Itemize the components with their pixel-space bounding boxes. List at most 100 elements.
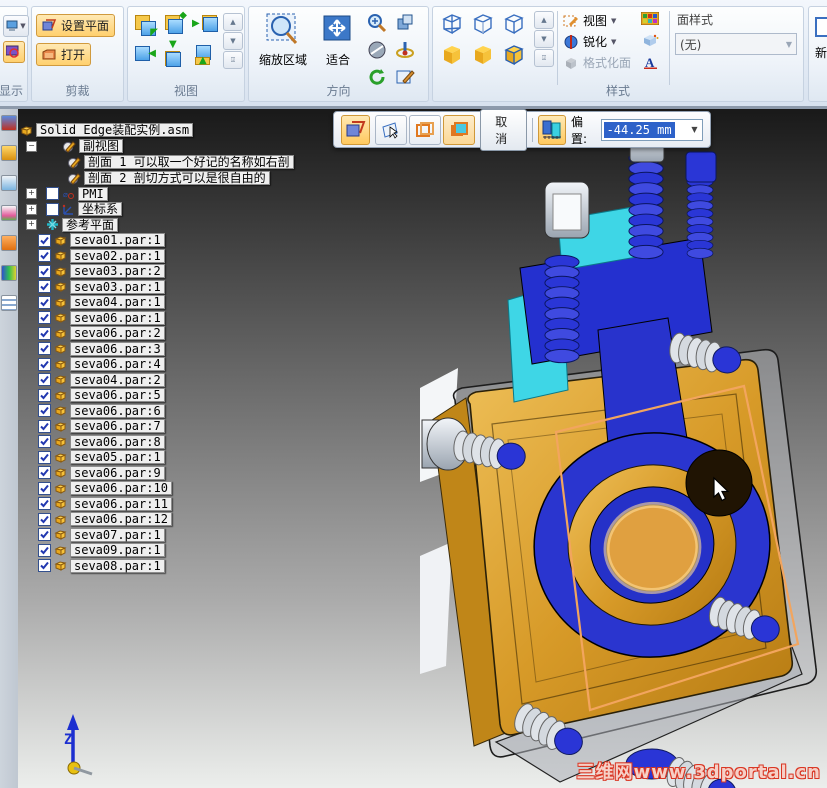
pathfinder-tab-icon[interactable] [1, 115, 17, 131]
part-checkbox-checked[interactable] [38, 497, 51, 511]
style-hidden-edge-button[interactable] [470, 11, 501, 38]
view-align-button[interactable]: ▶ [192, 13, 218, 37]
part-row[interactable]: seva09.par:1 [20, 543, 350, 559]
style-shaded2-button[interactable] [470, 42, 501, 69]
part-checkbox-checked[interactable] [38, 373, 51, 387]
part-row[interactable]: seva06.par:1 [20, 310, 350, 326]
gallery-up-button[interactable]: ▲ [223, 13, 243, 31]
view-align-button[interactable]: ▼ [163, 40, 187, 67]
color-manager-button[interactable] [640, 11, 660, 28]
sharpen-button[interactable]: 锐化 ▼ [563, 33, 631, 50]
collapse-box[interactable]: − [26, 140, 37, 152]
zoom-in-button[interactable] [367, 13, 395, 36]
library-tab-icon[interactable] [1, 145, 17, 161]
part-row[interactable]: seva06.par:8 [20, 434, 350, 450]
gallery-expand-button[interactable]: ⍗ [223, 51, 243, 69]
view-align-button[interactable]: ▲ [193, 43, 217, 67]
part-row[interactable]: seva04.par:2 [20, 372, 350, 388]
sketch-view-button[interactable] [367, 40, 395, 63]
family-tab-icon[interactable] [1, 235, 17, 251]
part-row[interactable]: seva06.par:6 [20, 403, 350, 419]
node-checkbox-unchecked[interactable] [46, 187, 59, 201]
part-checkbox-checked[interactable] [38, 342, 51, 356]
part-checkbox-checked[interactable] [38, 466, 51, 480]
part-painter-button[interactable] [641, 33, 659, 50]
tree-section-group-row[interactable]: − 副视图 [20, 138, 350, 154]
part-checkbox-checked[interactable] [38, 311, 51, 325]
part-row[interactable]: seva06.par:10 [20, 481, 350, 497]
format-face-button[interactable]: 格式化面 [563, 54, 631, 71]
part-checkbox-checked[interactable] [38, 280, 51, 294]
part-checkbox-checked[interactable] [38, 357, 51, 371]
offset-mode-button[interactable] [538, 114, 566, 145]
layers-tab-icon[interactable] [1, 175, 17, 191]
part-checkbox-checked[interactable] [38, 512, 51, 526]
gallery-expand-button[interactable]: ⍗ [534, 49, 554, 67]
chevron-down-icon[interactable]: ▼ [687, 125, 702, 134]
view-align-button[interactable]: ◆ [163, 11, 187, 37]
offset-input[interactable]: -44.25 mm ▼ [600, 118, 703, 141]
part-checkbox-checked[interactable] [38, 264, 51, 278]
tree-section-row[interactable]: 剖面 2 剖切方式可以是很自由的 [20, 170, 350, 186]
part-row[interactable]: seva06.par:11 [20, 496, 350, 512]
display-options-button[interactable]: ▼ [3, 15, 29, 37]
style-visible-edge-button[interactable] [501, 11, 532, 38]
text-style-button[interactable]: A [641, 55, 659, 72]
part-row[interactable]: seva06.par:3 [20, 341, 350, 357]
part-row[interactable]: seva07.par:1 [20, 527, 350, 543]
tree-node-row[interactable]: + ⌀ PMI [20, 186, 350, 202]
node-checkbox-unchecked[interactable] [46, 202, 59, 216]
new-window-button[interactable]: 新建 [815, 15, 827, 61]
tree-section-row[interactable]: 剖面 1 可以取一个好记的名称如右剖 [20, 154, 350, 170]
table-tab-icon[interactable] [1, 295, 17, 311]
sensors-tab-icon[interactable] [1, 205, 17, 221]
clip-open-button[interactable]: 打开 [36, 43, 92, 66]
part-row[interactable]: seva01.par:1 [20, 233, 350, 249]
part-checkbox-checked[interactable] [38, 481, 51, 495]
part-row[interactable]: seva08.par:1 [20, 558, 350, 574]
tree-root-row[interactable]: Solid Edge装配实例.asm [20, 122, 350, 138]
render-tab-icon[interactable] [1, 265, 17, 281]
face-style-combo[interactable]: (无) ▼ [675, 33, 797, 55]
part-checkbox-checked[interactable] [38, 450, 51, 464]
view-align-button[interactable]: ◀ [133, 43, 157, 67]
gallery-up-button[interactable]: ▲ [534, 11, 554, 29]
section-fill-button[interactable] [443, 114, 476, 145]
pan-button[interactable] [395, 13, 423, 36]
gallery-down-button[interactable]: ▼ [223, 32, 243, 50]
tree-node-row[interactable]: + 坐标系 [20, 202, 350, 218]
section-extent-button[interactable] [409, 114, 442, 145]
select-plane-step-button[interactable] [375, 114, 408, 145]
display-zoom-button[interactable] [3, 41, 25, 63]
gallery-down-button[interactable]: ▼ [534, 30, 554, 48]
cancel-button[interactable]: 取消 [480, 108, 528, 151]
style-shaded-edges-button[interactable] [501, 42, 532, 69]
part-checkbox-checked[interactable] [38, 559, 51, 573]
part-checkbox-checked[interactable] [38, 404, 51, 418]
part-row[interactable]: seva06.par:5 [20, 388, 350, 404]
part-row[interactable]: seva06.par:4 [20, 357, 350, 373]
part-row[interactable]: seva05.par:1 [20, 450, 350, 466]
part-row[interactable]: seva06.par:2 [20, 326, 350, 342]
expand-box[interactable]: + [26, 203, 37, 215]
rotate-button[interactable] [395, 40, 423, 63]
part-row[interactable]: seva03.par:2 [20, 264, 350, 280]
expand-box[interactable]: + [26, 219, 37, 231]
part-row[interactable]: seva02.par:1 [20, 248, 350, 264]
zoom-area-button[interactable]: 缩放区域 [253, 12, 313, 68]
part-row[interactable]: seva06.par:12 [20, 512, 350, 528]
part-checkbox-checked[interactable] [38, 435, 51, 449]
style-wireframe-button[interactable] [439, 11, 470, 38]
tree-node-row[interactable]: + 参考平面 [20, 217, 350, 233]
part-row[interactable]: seva06.par:7 [20, 419, 350, 435]
view-overlay-button[interactable]: 视图 ▼ [563, 12, 631, 29]
view-align-button[interactable]: ◤ [133, 13, 158, 38]
expand-box[interactable]: + [26, 188, 37, 200]
part-row[interactable]: seva06.par:9 [20, 465, 350, 481]
part-checkbox-checked[interactable] [38, 326, 51, 340]
part-checkbox-checked[interactable] [38, 249, 51, 263]
part-checkbox-checked[interactable] [38, 419, 51, 433]
part-checkbox-checked[interactable] [38, 233, 51, 247]
set-plane-button[interactable]: 设置平面 [36, 14, 116, 37]
part-checkbox-checked[interactable] [38, 295, 51, 309]
